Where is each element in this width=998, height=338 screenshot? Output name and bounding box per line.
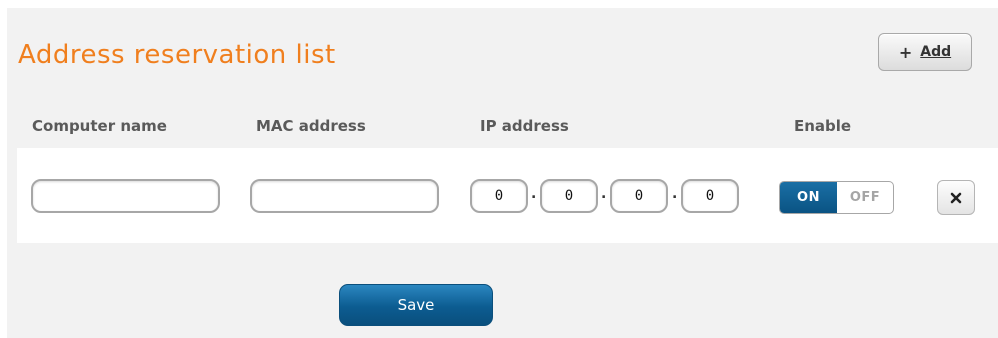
column-header-computer-name: Computer name xyxy=(32,117,167,135)
ip-separator: . xyxy=(672,186,678,202)
column-header-enable: Enable xyxy=(794,117,852,135)
ip-octet-1-input[interactable] xyxy=(470,179,528,213)
toggle-off-label: OFF xyxy=(849,190,881,205)
mac-address-input[interactable] xyxy=(250,179,439,213)
column-header-ip-address: IP address xyxy=(480,117,569,135)
column-header-mac-address: MAC address xyxy=(256,117,366,135)
enable-toggle[interactable]: ON OFF xyxy=(779,181,894,214)
toggle-on-label: ON xyxy=(780,182,837,213)
add-button[interactable]: + Add xyxy=(878,33,972,71)
ip-octet-2-input[interactable] xyxy=(540,179,598,213)
delete-row-button[interactable] xyxy=(937,180,975,215)
save-button[interactable]: Save xyxy=(339,284,493,326)
ip-octet-3-input[interactable] xyxy=(610,179,668,213)
ip-separator: . xyxy=(601,186,607,202)
close-icon xyxy=(950,192,962,203)
section-title: Address reservation list xyxy=(18,40,336,70)
plus-icon: + xyxy=(898,42,913,62)
ip-separator: . xyxy=(531,186,537,202)
ip-octet-4-input[interactable] xyxy=(681,179,739,213)
add-button-label: Add xyxy=(920,44,952,60)
computer-name-input[interactable] xyxy=(31,179,220,213)
